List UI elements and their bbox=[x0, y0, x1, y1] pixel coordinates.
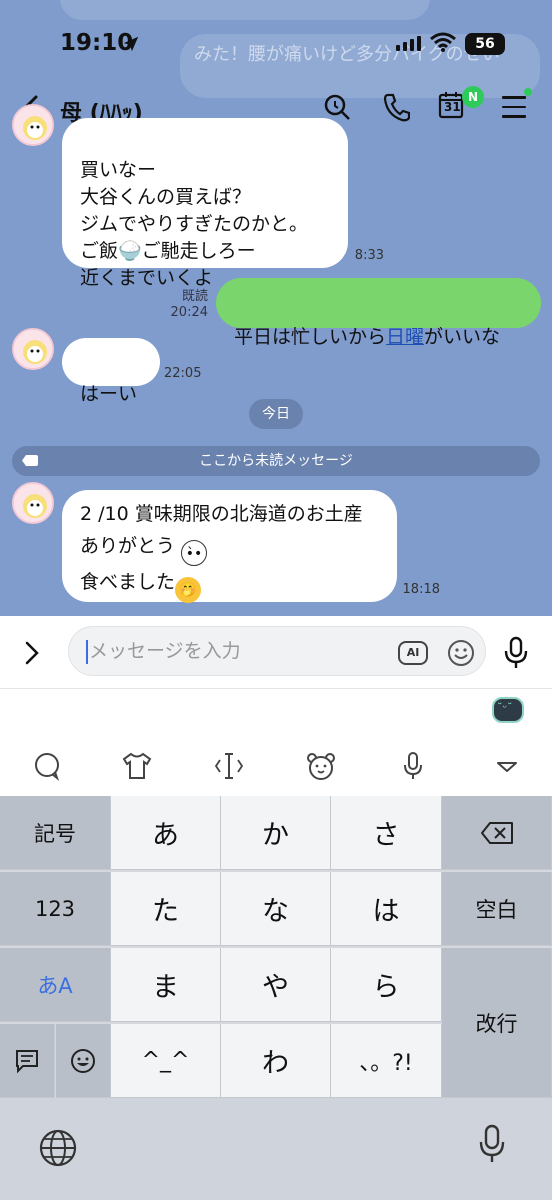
message-time: 18:18 bbox=[402, 582, 440, 597]
avatar[interactable] bbox=[12, 482, 54, 524]
delete-icon bbox=[480, 821, 513, 844]
kana-key-wa[interactable]: わ bbox=[221, 1024, 331, 1098]
symbol-key[interactable]: 記号 bbox=[0, 796, 111, 870]
kana-key-ma[interactable]: ま bbox=[111, 948, 221, 1022]
message-line-1: 2 /10 賞味期限の北海道のお土産 bbox=[80, 503, 363, 525]
kaomoji-key[interactable]: ^_^ bbox=[111, 1024, 221, 1098]
japanese-keyboard: 記号 123 あA あ か さ た な は ま や ら ^_^ わ 、。?! 空… bbox=[0, 796, 552, 1200]
message-square-icon bbox=[16, 1049, 38, 1073]
wifi-icon bbox=[430, 32, 456, 52]
menu-notification-dot bbox=[524, 88, 532, 96]
message-bubble-m2[interactable]: 平日は忙しいから日曜がいいな bbox=[216, 278, 541, 348]
calendar-day: 31 bbox=[444, 100, 461, 114]
punctuation-key[interactable]: 、。?! bbox=[331, 1024, 442, 1098]
avatar-image bbox=[14, 484, 52, 522]
message-bubble-m4[interactable]: 2 /10 賞味期限の北海道のお土産 ありがとう •̀• 食べました 🤭 bbox=[62, 490, 397, 603]
message-bubble-m3[interactable]: はーい bbox=[62, 338, 160, 405]
calendar-icon[interactable]: 31 bbox=[438, 90, 464, 120]
text-cursor bbox=[86, 640, 88, 664]
message-text: はーい bbox=[80, 383, 138, 405]
kana-key-ta[interactable]: た bbox=[111, 872, 221, 946]
chat-bubble-icon[interactable] bbox=[30, 749, 64, 783]
voice-input-icon[interactable] bbox=[396, 749, 430, 783]
hand-over-mouth-emoji-icon: 🤭 bbox=[175, 577, 202, 603]
message-bubble-m1[interactable]: 買いなー 大谷くんの買えば？ ジムでやりすぎたのかと。 ご飯🍚ご馳走しろー 近く… bbox=[62, 118, 348, 289]
chat-area[interactable]: みた！腰が痛いけど多分バイクのせい 19:10 56 母 (ﾊﾊｯ) 31 N bbox=[0, 0, 552, 616]
ai-icon[interactable]: AI bbox=[398, 641, 428, 665]
read-label: 既読 bbox=[181, 289, 208, 304]
kana-key-ya[interactable]: や bbox=[221, 948, 331, 1022]
microphone-icon[interactable] bbox=[503, 636, 529, 670]
input-mode-label: あA bbox=[37, 973, 73, 998]
calendar-badge: N bbox=[462, 86, 484, 108]
message-line-2: ありがとう bbox=[80, 535, 176, 557]
message-line-3: 食べました bbox=[80, 571, 176, 593]
phone-call-icon[interactable] bbox=[382, 92, 410, 122]
backspace-key[interactable] bbox=[442, 796, 552, 870]
background-message-1 bbox=[60, 0, 430, 20]
message-time: 20:24 bbox=[170, 305, 208, 320]
menu-icon[interactable] bbox=[502, 96, 526, 125]
date-link[interactable]: 日曜 bbox=[386, 326, 424, 348]
return-key[interactable]: 改行 bbox=[442, 948, 552, 1098]
emoji-icon[interactable] bbox=[447, 639, 475, 667]
space-key[interactable]: 空白 bbox=[442, 872, 552, 946]
kana-key-a[interactable]: あ bbox=[111, 796, 221, 870]
avatar[interactable] bbox=[12, 328, 54, 370]
message-time: 8:33 bbox=[354, 248, 384, 263]
read-receipt: 既読 20:24 bbox=[160, 289, 208, 321]
message-text: 平日は忙しいから bbox=[234, 326, 387, 348]
keyboard-bottom-bar bbox=[0, 1098, 552, 1200]
message-text: 買いなー 大谷くんの買えば？ ジムでやりすぎたのかと。 ご飯🍚ご馳走しろー 近く… bbox=[80, 159, 309, 289]
battery-indicator: 56 bbox=[465, 33, 505, 55]
globe-icon[interactable] bbox=[38, 1128, 78, 1168]
cursor-move-icon[interactable] bbox=[212, 749, 246, 783]
keyboard-toolbar bbox=[0, 688, 552, 796]
avatar-image bbox=[14, 106, 52, 144]
kana-key-sa[interactable]: さ bbox=[331, 796, 442, 870]
input-mode-key[interactable]: あA bbox=[0, 948, 111, 1022]
emoji-key[interactable] bbox=[56, 1024, 111, 1098]
memo-key[interactable] bbox=[0, 1024, 55, 1098]
expand-chevron-icon[interactable] bbox=[22, 640, 42, 666]
dictation-microphone-icon[interactable] bbox=[478, 1124, 506, 1164]
number-key[interactable]: 123 bbox=[0, 872, 111, 946]
avatar-image bbox=[14, 330, 52, 368]
kana-key-na[interactable]: な bbox=[221, 872, 331, 946]
message-input-bar: メッセージを入力 AI bbox=[0, 616, 552, 688]
kana-key-ka[interactable]: か bbox=[221, 796, 331, 870]
unread-marker: ここから未読メッセージ bbox=[12, 446, 540, 476]
message-text-end: がいいな bbox=[424, 326, 501, 348]
status-bar: 19:10 56 bbox=[0, 30, 552, 64]
kana-key-ra[interactable]: ら bbox=[331, 948, 442, 1022]
avatar[interactable] bbox=[12, 104, 54, 146]
face-emoji-icon: •̀• bbox=[181, 540, 208, 566]
kana-key-ha[interactable]: は bbox=[331, 872, 442, 946]
message-time: 22:05 bbox=[164, 366, 202, 381]
robot-assistant-icon[interactable] bbox=[492, 697, 524, 723]
date-separator: 今日 bbox=[249, 399, 303, 429]
emoji-face-icon bbox=[71, 1048, 95, 1073]
shirt-icon[interactable] bbox=[120, 749, 154, 783]
location-arrow-icon bbox=[123, 36, 139, 52]
collapse-keyboard-icon[interactable] bbox=[490, 749, 524, 783]
bear-sticker-icon[interactable] bbox=[304, 749, 338, 783]
cellular-signal-icon bbox=[396, 36, 421, 51]
